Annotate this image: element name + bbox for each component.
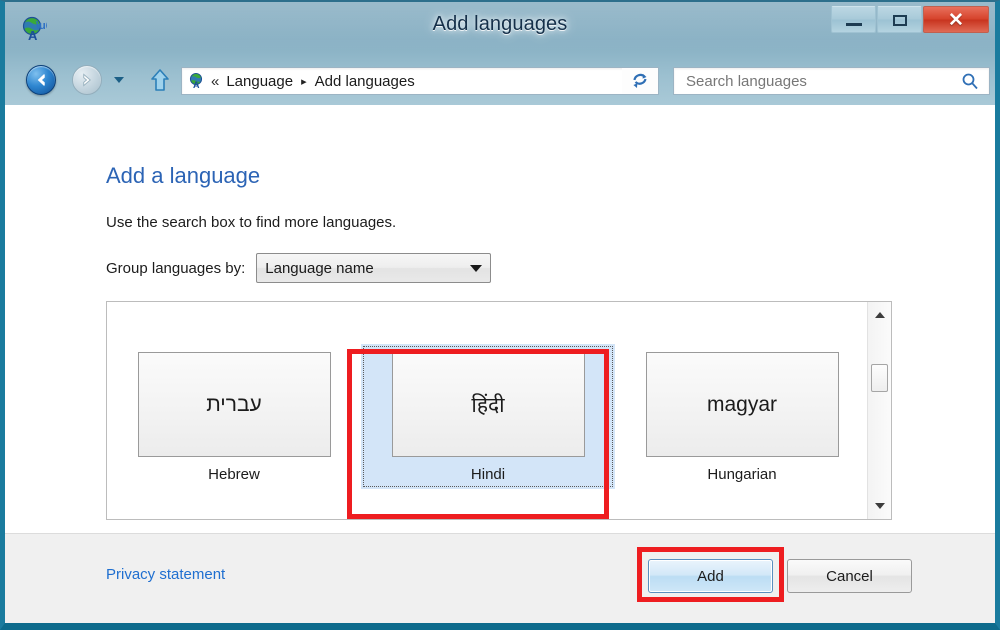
refresh-button[interactable] [622, 67, 659, 95]
breadcrumb-item-language[interactable]: Language [226, 73, 293, 90]
language-native-name: magyar [706, 392, 778, 416]
window-controls: ✕ [830, 6, 989, 33]
language-list[interactable]: Hausa (Arabic) Hausa (Latin) Hawaiian עב… [106, 301, 892, 520]
list-item-hindi[interactable]: हिंदी Hindi [361, 344, 615, 489]
group-languages-row: Group languages by: Language name [106, 253, 492, 283]
address-bar[interactable]: A « Language ▸ Add languages [181, 67, 658, 95]
language-english-name: Hebrew [208, 466, 260, 483]
language-english-name: Hungarian [707, 466, 777, 483]
group-by-label: Group languages by: [106, 259, 246, 277]
up-one-level-button[interactable] [147, 66, 173, 94]
triangle-down-icon [874, 503, 885, 509]
language-native-name: हिंदी [471, 393, 505, 417]
language-tile: हिंदी [391, 352, 585, 457]
title-bar[interactable]: A \u6587 Add languages ✕ [5, 2, 995, 54]
back-button[interactable] [26, 65, 56, 95]
refresh-icon [633, 73, 647, 88]
up-arrow-icon [151, 69, 169, 91]
group-by-value: Language name [265, 259, 374, 277]
group-by-select[interactable]: Language name [256, 253, 492, 283]
page-title: Add a language [106, 163, 261, 188]
search-input[interactable] [684, 71, 948, 91]
recent-pages-chevron-down-icon[interactable] [114, 77, 124, 83]
triangle-up-icon [874, 312, 885, 318]
svg-text:A: A [193, 80, 200, 90]
language-tile: magyar [645, 352, 839, 457]
language-english-name: Hindi [470, 466, 506, 483]
language-grid: Hausa (Arabic) Hausa (Latin) Hawaiian עב… [107, 302, 869, 519]
page-subtitle: Use the search box to find more language… [106, 214, 397, 231]
scroll-down-button[interactable] [868, 495, 891, 517]
maximize-icon [893, 15, 907, 26]
breadcrumb-item-add-languages[interactable]: Add languages [315, 73, 415, 90]
chevron-down-icon [470, 264, 483, 272]
language-globe-icon: A \u6587 [19, 15, 70, 43]
forward-arrow-icon [83, 73, 91, 87]
search-box[interactable] [673, 67, 990, 95]
back-arrow-icon [37, 73, 45, 87]
search-icon[interactable] [961, 72, 979, 90]
maximize-button[interactable] [877, 6, 922, 33]
language-row: עברית Hebrew हिंदी Hindi magyar Hungaria… [107, 344, 869, 489]
minimize-button[interactable] [831, 6, 876, 33]
svg-text:\u6587: \u6587 [36, 20, 47, 32]
breadcrumb-separator-icon: ▸ [301, 75, 307, 88]
window-frame: A \u6587 Add languages ✕ [0, 0, 1000, 630]
close-icon: ✕ [948, 10, 964, 31]
close-button[interactable]: ✕ [923, 6, 989, 33]
forward-button[interactable] [72, 65, 102, 95]
dialog-footer: Privacy statement Add Cancel [5, 533, 995, 623]
language-tile: עברית [137, 352, 331, 457]
vertical-scrollbar[interactable] [867, 302, 891, 519]
list-item-hungarian[interactable]: magyar Hungarian [615, 344, 869, 489]
breadcrumb-language-globe-icon: A [188, 72, 206, 90]
content-area: Add a language Use the search box to fin… [5, 105, 995, 623]
breadcrumb-collapsed-indicator[interactable]: « [211, 73, 219, 90]
add-button[interactable]: Add [648, 559, 773, 593]
navigation-bar: A « Language ▸ Add languages [5, 54, 995, 105]
privacy-statement-link[interactable]: Privacy statement [106, 566, 225, 583]
scroll-up-button[interactable] [868, 304, 891, 326]
list-item-hebrew[interactable]: עברית Hebrew [107, 344, 361, 489]
cancel-button[interactable]: Cancel [787, 559, 912, 593]
minimize-icon [846, 23, 862, 26]
language-native-name: עברית [206, 392, 262, 416]
scrollbar-thumb[interactable] [871, 364, 888, 392]
